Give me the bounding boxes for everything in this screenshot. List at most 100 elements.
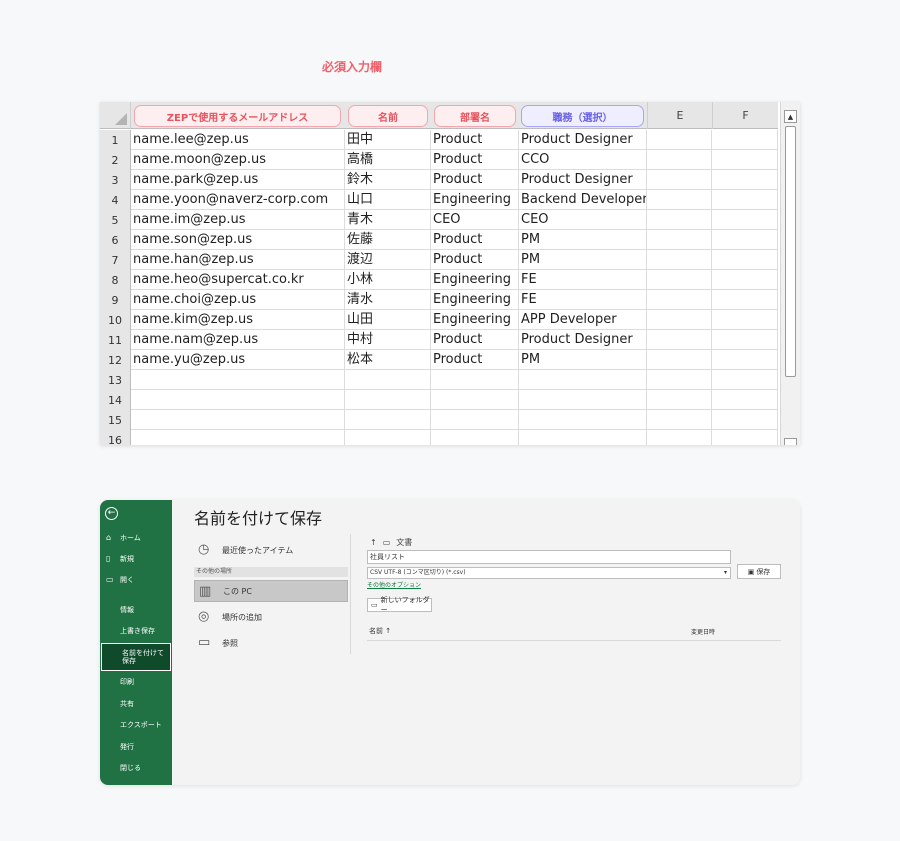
cell-role[interactable]: APP Developer [519,310,647,330]
back-arrow-icon[interactable]: ← [105,507,118,520]
sidebar-item-home[interactable]: ⌂ ホーム [100,529,172,547]
cell-role[interactable]: Product Designer [519,130,647,150]
cell-email[interactable]: name.lee@zep.us [131,130,345,150]
cell-role[interactable]: PM [519,250,647,270]
cell-email[interactable]: name.im@zep.us [131,210,345,230]
cell-role[interactable]: PM [519,350,647,370]
cell-name[interactable]: 鈴木 [345,170,431,190]
cell-e[interactable] [647,150,712,170]
cell-name[interactable]: 清水 [345,290,431,310]
up-arrow-icon[interactable]: ↑ [370,538,377,547]
cell-email[interactable]: name.choi@zep.us [131,290,345,310]
sidebar-item-print[interactable]: 印刷 [100,673,172,691]
cell-role[interactable]: Product Designer [519,330,647,350]
location-this-pc[interactable]: ▥ この PC [194,580,348,602]
cell-e[interactable] [647,250,712,270]
row-number[interactable]: 11 [100,330,131,350]
cell-name[interactable] [345,370,431,390]
save-button[interactable]: ▣ 保存 [737,564,781,579]
cell-f[interactable] [712,390,778,410]
cell-role[interactable]: CEO [519,210,647,230]
cell-email[interactable]: name.park@zep.us [131,170,345,190]
sidebar-item-new[interactable]: ▯ 新規 [100,550,172,568]
sidebar-item-close[interactable]: 閉じる [100,759,172,777]
row-number[interactable]: 10 [100,310,131,330]
cell-role[interactable]: Product Designer [519,170,647,190]
cell-department[interactable]: Engineering [431,270,519,290]
column-header-department[interactable]: 部署名 [434,105,516,127]
cell-name[interactable]: 田中 [345,130,431,150]
location-add-place[interactable]: ◎ 場所の追加 [194,606,348,628]
cell-role[interactable] [519,370,647,390]
cell-name[interactable]: 小林 [345,270,431,290]
cell-department[interactable]: CEO [431,210,519,230]
cell-name[interactable]: 高橋 [345,150,431,170]
select-all-corner[interactable] [100,102,131,129]
row-number[interactable]: 6 [100,230,131,250]
cell-department[interactable]: Product [431,130,519,150]
cell-e[interactable] [647,230,712,250]
cell-email[interactable] [131,410,345,430]
column-header-name[interactable]: 名前 [348,105,428,127]
cell-name[interactable]: 青木 [345,210,431,230]
cell-role[interactable]: CCO [519,150,647,170]
row-number[interactable]: 2 [100,150,131,170]
cell-name[interactable]: 佐藤 [345,230,431,250]
cell-name[interactable] [345,410,431,430]
cell-department[interactable]: Engineering [431,310,519,330]
cell-email[interactable]: name.heo@supercat.co.kr [131,270,345,290]
column-header-e[interactable]: E [647,102,712,129]
cell-f[interactable] [712,350,778,370]
file-type-select[interactable]: CSV UTF-8 (コンマ区切り) (*.csv) ▾ [367,567,731,579]
cell-e[interactable] [647,310,712,330]
cell-department[interactable]: Engineering [431,190,519,210]
row-number[interactable]: 1 [100,130,131,150]
cell-e[interactable] [647,270,712,290]
sidebar-item-save-as[interactable]: 名前を付けて保存 [101,643,171,671]
row-number[interactable]: 14 [100,390,131,410]
cell-department[interactable] [431,370,519,390]
cell-email[interactable]: name.kim@zep.us [131,310,345,330]
row-number[interactable]: 15 [100,410,131,430]
cell-f[interactable] [712,210,778,230]
cell-department[interactable]: Product [431,250,519,270]
sidebar-item-export[interactable]: エクスポート [100,716,172,734]
cell-f[interactable] [712,290,778,310]
cell-e[interactable] [647,290,712,310]
sidebar-item-info[interactable]: 情報 [100,601,172,619]
cell-role[interactable]: FE [519,270,647,290]
cell-role[interactable]: FE [519,290,647,310]
cell-role[interactable] [519,430,647,445]
cell-department[interactable]: Product [431,170,519,190]
cell-e[interactable] [647,130,712,150]
cell-f[interactable] [712,190,778,210]
sidebar-item-publish[interactable]: 発行 [100,738,172,756]
cell-role[interactable] [519,390,647,410]
cell-name[interactable]: 中村 [345,330,431,350]
cell-e[interactable] [647,170,712,190]
cell-role[interactable]: PM [519,230,647,250]
cell-e[interactable] [647,350,712,370]
scroll-down-arrow-icon[interactable] [784,438,797,445]
row-number[interactable]: 7 [100,250,131,270]
row-number[interactable]: 3 [100,170,131,190]
cell-department[interactable]: Engineering [431,290,519,310]
cell-f[interactable] [712,270,778,290]
scroll-up-arrow-icon[interactable]: ▲ [784,110,797,123]
cell-email[interactable]: name.yu@zep.us [131,350,345,370]
location-browse[interactable]: ▭ 参照 [194,632,348,654]
cell-name[interactable]: 山口 [345,190,431,210]
sidebar-item-save[interactable]: 上書き保存 [100,622,172,640]
cell-f[interactable] [712,430,778,445]
cell-f[interactable] [712,330,778,350]
cell-email[interactable] [131,390,345,410]
row-number[interactable]: 16 [100,430,131,445]
row-number[interactable]: 4 [100,190,131,210]
cell-department[interactable] [431,430,519,445]
cell-f[interactable] [712,410,778,430]
cell-f[interactable] [712,310,778,330]
scrollbar-thumb[interactable] [785,126,796,377]
cell-email[interactable]: name.moon@zep.us [131,150,345,170]
cell-email[interactable]: name.yoon@naverz-corp.com [131,190,345,210]
cell-email[interactable] [131,430,345,445]
